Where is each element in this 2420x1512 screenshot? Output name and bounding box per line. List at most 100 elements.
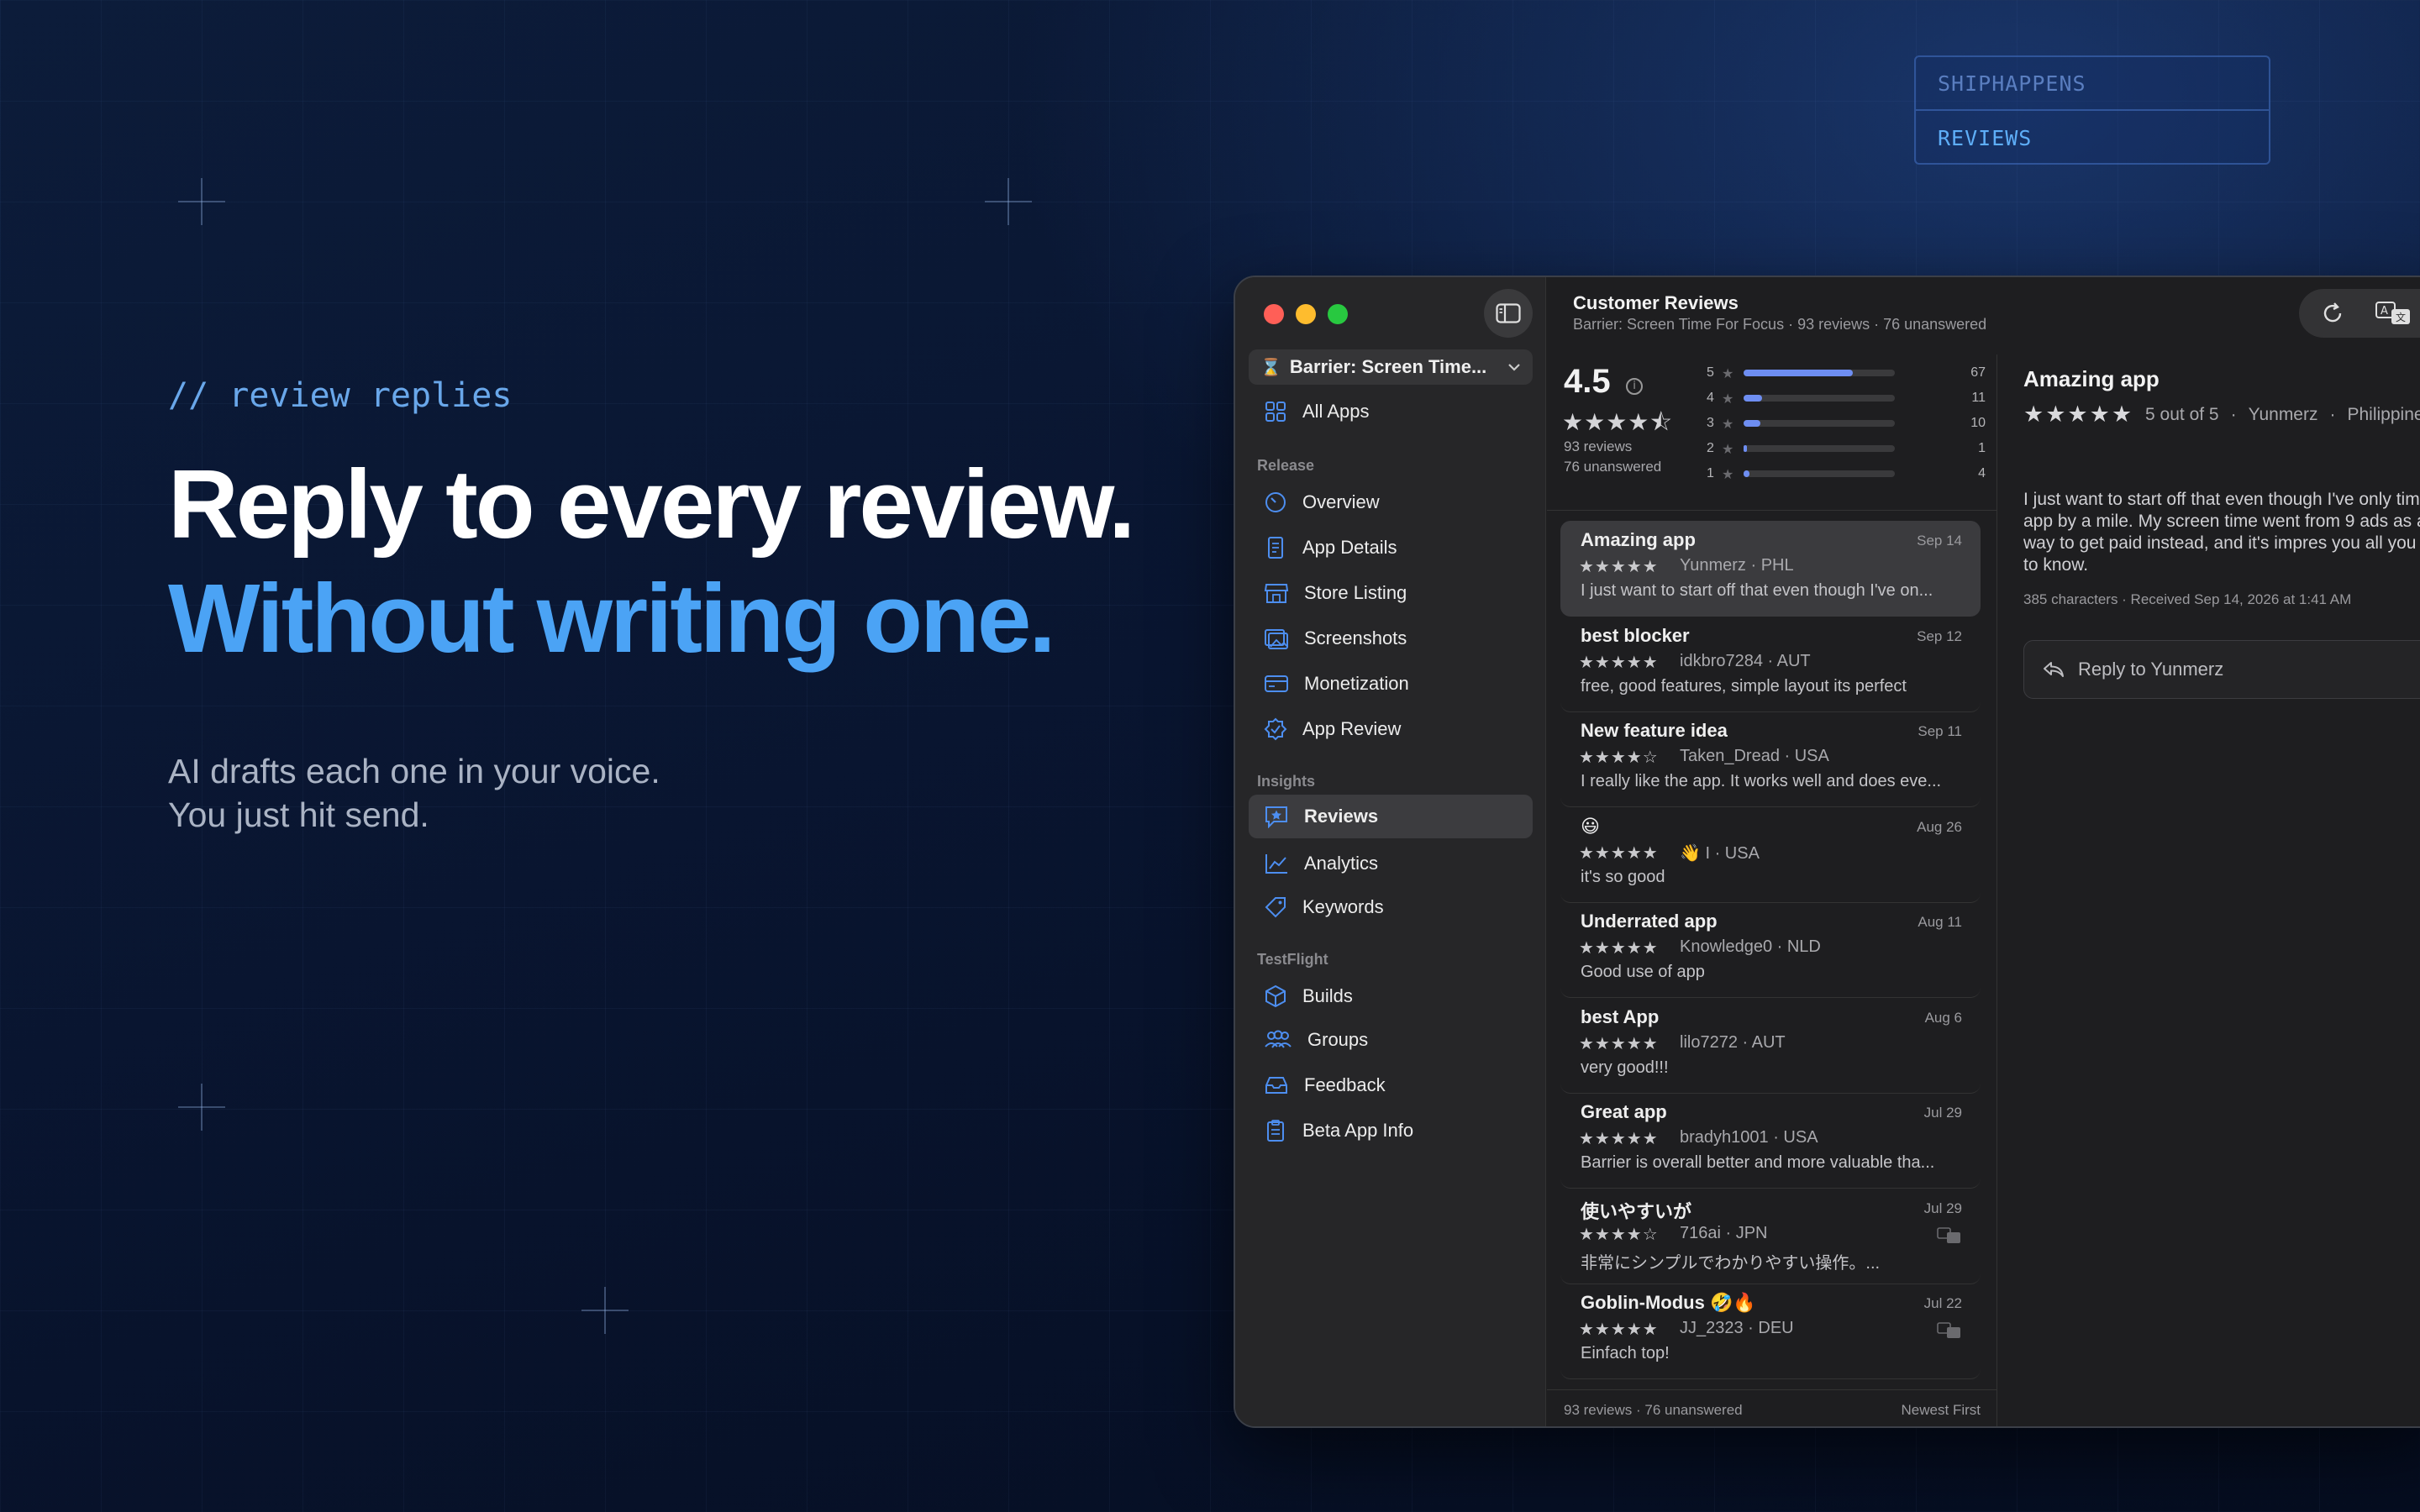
hourglass-icon: ⌛ — [1260, 358, 1281, 377]
review-list-item[interactable]: best blocker Sep 12 ★★★★★ idkbro7284 · AUT f… — [1560, 617, 1981, 712]
window-title: Customer Reviews — [1573, 292, 1739, 313]
review-body: I really like the app. It works well and… — [1581, 772, 1942, 790]
review-list-item[interactable]: Goblin-Modus 🤣🔥 Jul 22 ★★★★★ JJ_2323 · DEU E… — [1560, 1284, 1981, 1379]
review-list-item[interactable]: 使いやすいが Jul 29 ★★★★☆ 716ai · JPN 非常にシンプルでわかりや… — [1560, 1189, 1981, 1284]
review-count: 93 reviews — [1564, 438, 1633, 454]
zoom-window-button[interactable] — [1328, 304, 1348, 324]
sidebar-item-app-details[interactable]: App Details — [1249, 526, 1533, 570]
distribution-row: 4 ★ 11 — [1707, 388, 1986, 408]
cube-icon — [1265, 984, 1286, 1008]
sidebar-item-label: Reviews — [1304, 806, 1379, 827]
sidebar-item-analytics[interactable]: Analytics — [1249, 842, 1533, 885]
close-window-button[interactable] — [1264, 304, 1284, 324]
review-list-item[interactable]: New feature idea Sep 11 ★★★★☆ Taken_Dread ·… — [1560, 711, 1981, 807]
review-date: Jul 29 — [1923, 1105, 1962, 1121]
distribution-row: 1 ★ 4 — [1707, 464, 1986, 484]
toolbar-group: A文 — [2299, 289, 2420, 338]
distribution-count: 4 — [1978, 466, 1986, 480]
checkmark-seal-icon — [1264, 717, 1287, 741]
minimize-window-button[interactable] — [1296, 304, 1316, 324]
footer-count: 93 reviews · 76 unanswered — [1564, 1402, 1743, 1418]
sidebar-item-keywords[interactable]: Keywords — [1249, 885, 1533, 929]
star-icon: ★ — [1722, 465, 1734, 482]
distribution-bar-track — [1744, 420, 1895, 427]
sidebar-toggle-button[interactable] — [1484, 289, 1533, 338]
tray-icon — [1265, 1077, 1287, 1094]
review-list-pane: 4.5 i ★★★★⯪ 93 reviews 76 unanswered 5 ★ 6… — [1547, 354, 1997, 1426]
distribution-bar-fill — [1744, 470, 1749, 477]
review-author: Knowledge0 · NLD — [1680, 937, 1821, 956]
review-list-item[interactable]: Amazing app Sep 14 ★★★★★ Yunmerz · PHL I jus… — [1560, 521, 1981, 617]
review-list-item[interactable]: Underrated app Aug 11 ★★★★★ Knowledge0 · NL… — [1560, 902, 1981, 998]
info-icon[interactable]: i — [1626, 378, 1643, 395]
tag-icon — [1265, 897, 1286, 918]
app-window: ⌛ Barrier: Screen Time... All Apps Relea… — [1234, 276, 2420, 1428]
document-icon — [1268, 537, 1283, 559]
distribution-star-number: 3 — [1707, 416, 1714, 430]
sidebar-item-label: Store Listing — [1304, 582, 1407, 603]
distribution-bar-track — [1744, 370, 1895, 376]
hero-headline: Reply to every review. — [168, 449, 1135, 559]
review-list-item[interactable]: best App Aug 6 ★★★★★ lilo7272 · AUT very goo… — [1560, 998, 1981, 1094]
review-date: Aug 26 — [1917, 818, 1962, 835]
review-stars: ★★★★★ — [1579, 556, 1659, 576]
review-title: Great app — [1581, 1101, 1667, 1122]
review-stars: ★★★★★ — [1579, 651, 1659, 672]
sidebar-item-screenshots[interactable]: Screenshots — [1249, 617, 1533, 660]
hero-subtitle-line: AI drafts each one in your voice. — [168, 752, 660, 790]
sidebar-item-feedback[interactable]: Feedback — [1249, 1063, 1533, 1107]
sidebar-item-app-review[interactable]: App Review — [1249, 707, 1533, 751]
review-author: 👋 I · USA — [1680, 843, 1760, 863]
review-list-item[interactable]: 😃 Aug 26 ★★★★★ 👋 I · USA it's so good — [1560, 807, 1981, 903]
average-rating: 4.5 — [1564, 363, 1611, 400]
review-title: Amazing app — [1581, 529, 1696, 550]
sidebar-item-groups[interactable]: Groups — [1249, 1018, 1533, 1062]
review-date: Jul 22 — [1923, 1295, 1962, 1311]
plus-marker-icon — [985, 178, 1032, 225]
reply-button-label: Reply to Yunmerz — [2078, 659, 2224, 680]
review-body: Good use of app — [1581, 963, 1705, 981]
sidebar-section-testflight: TestFlight — [1257, 951, 1328, 968]
sidebar-item-overview[interactable]: Overview — [1249, 480, 1533, 524]
distribution-bar-fill — [1744, 370, 1853, 376]
review-body: free, good features, simple layout its p… — [1581, 676, 1907, 696]
sidebar-item-beta-app-info[interactable]: Beta App Info — [1249, 1109, 1533, 1152]
sidebar-item-builds[interactable]: Builds — [1249, 974, 1533, 1018]
distribution-count: 10 — [1970, 416, 1986, 430]
hero-tag: // review replies — [168, 376, 513, 415]
sidebar-item-all-apps[interactable]: All Apps — [1249, 390, 1533, 433]
reply-button[interactable]: Reply to Yunmerz — [2023, 640, 2420, 699]
sidebar-item-label: Groups — [1307, 1029, 1369, 1050]
sidebar-item-label: Screenshots — [1304, 627, 1407, 648]
sort-menu[interactable]: Newest First — [1902, 1402, 1981, 1419]
sidebar-item-label: All Apps — [1302, 401, 1370, 422]
sidebar-item-store-listing[interactable]: Store Listing — [1249, 571, 1533, 615]
star-icon: ★ — [1722, 365, 1734, 381]
badge-section: REVIEWS — [1938, 125, 2033, 150]
review-date: Sep 11 — [1918, 723, 1962, 739]
translate-icon — [1937, 1226, 1960, 1243]
separator: · — [2230, 404, 2237, 424]
translate-icon[interactable]: A文 — [2375, 301, 2412, 326]
sidebar-item-reviews[interactable]: Reviews — [1249, 795, 1533, 838]
review-list-item[interactable]: Great app Jul 29 ★★★★★ bradyh1001 · USA Barr… — [1560, 1093, 1981, 1189]
detail-author: Yunmerz — [2248, 404, 2318, 424]
sidebar-item-label: Beta App Info — [1302, 1120, 1414, 1141]
sidebar-item-label: Builds — [1302, 985, 1353, 1006]
refresh-icon[interactable] — [2321, 302, 2344, 325]
detail-stars: ★★★★★ — [2023, 402, 2134, 428]
distribution-count: 11 — [1971, 391, 1986, 405]
review-author: idkbro7284 · AUT — [1680, 651, 1811, 670]
clipboard-icon — [1267, 1120, 1284, 1142]
detail-info: 385 characters · Received Sep 14, 2026 a… — [2023, 591, 2352, 607]
hero-subtitle-line: You just hit send. — [168, 795, 429, 834]
svg-text:文: 文 — [2396, 311, 2406, 323]
detail-rating-text: 5 out of 5 — [2145, 404, 2219, 424]
sidebar-item-monetization[interactable]: Monetization — [1249, 662, 1533, 706]
review-date: Jul 29 — [1923, 1200, 1962, 1216]
gauge-icon — [1265, 492, 1286, 512]
sidebar-item-label: Feedback — [1304, 1074, 1386, 1095]
sidebar-item-label: Analytics — [1304, 853, 1379, 874]
sidebar-section-insights: Insights — [1257, 773, 1316, 790]
app-selector[interactable]: ⌛ Barrier: Screen Time... — [1249, 349, 1533, 385]
